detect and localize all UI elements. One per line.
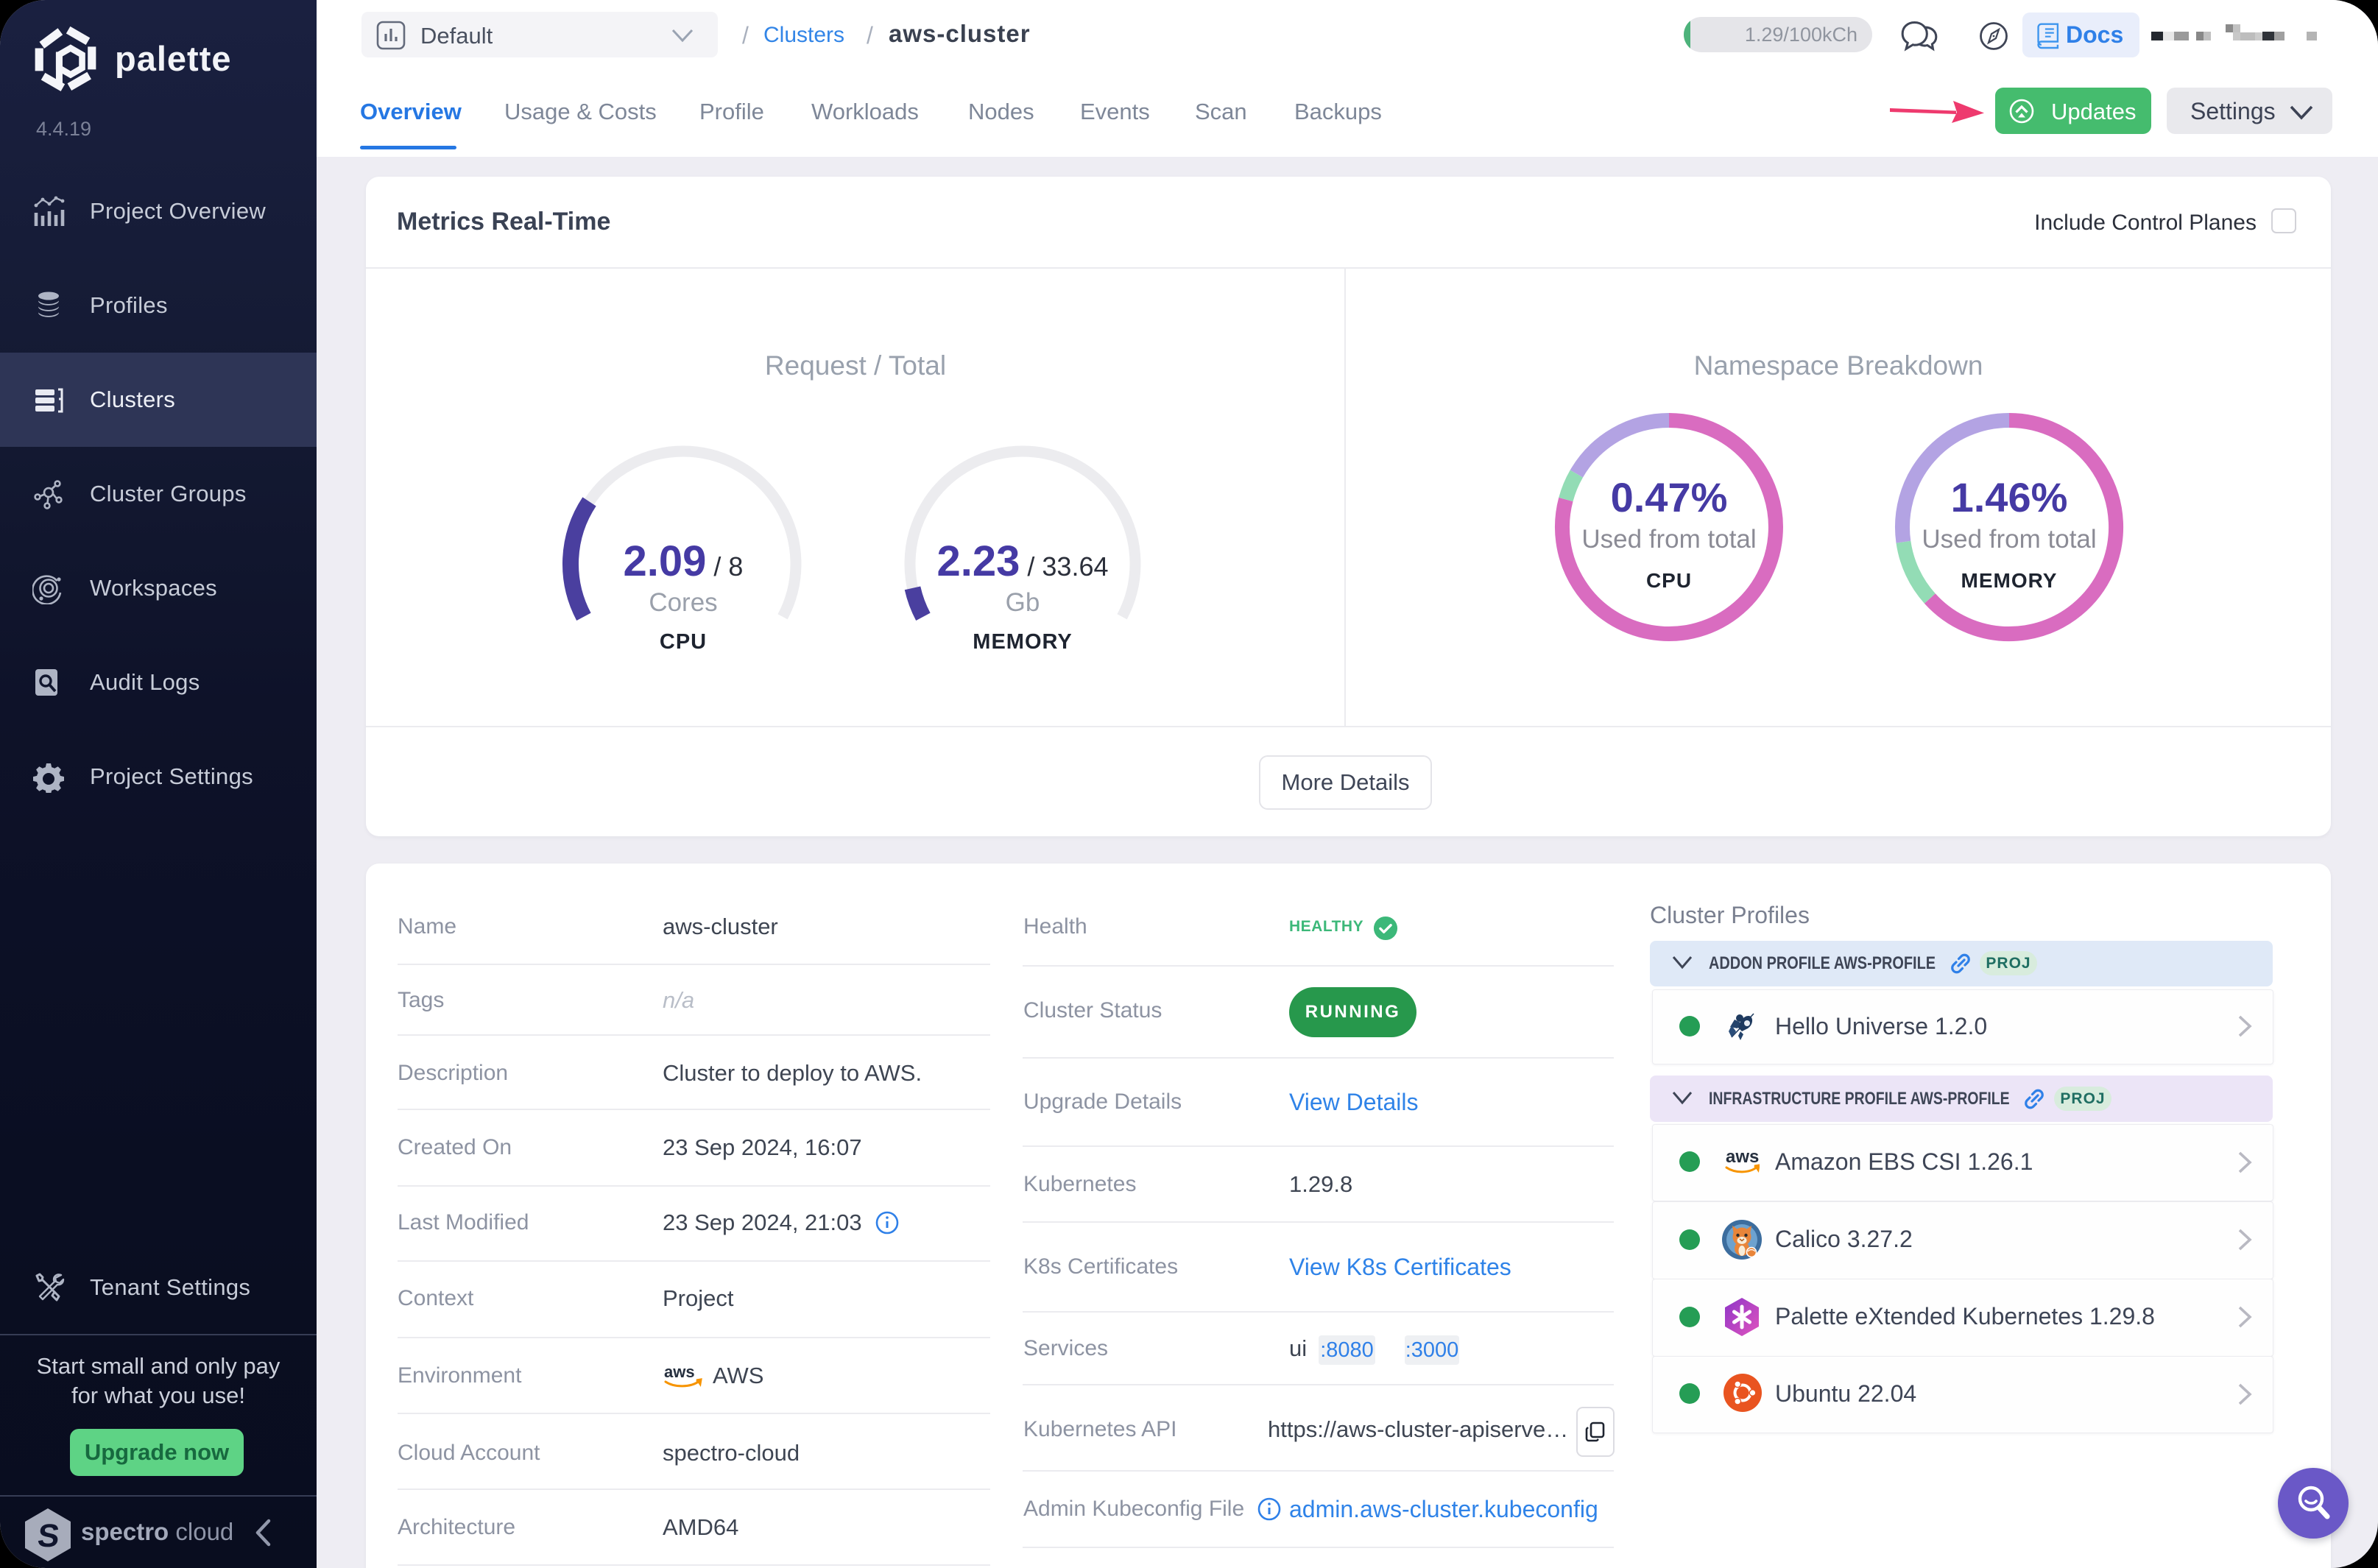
svg-text:aws: aws: [664, 1363, 695, 1381]
svg-text:S: S: [36, 1518, 61, 1554]
svg-text:aws: aws: [1726, 1147, 1759, 1167]
